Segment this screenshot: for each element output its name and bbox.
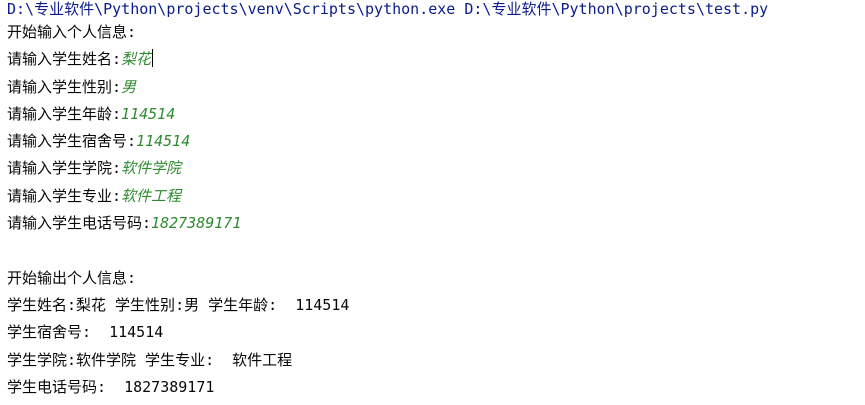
output-line: 学生姓名:梨花 学生性别:男 学生年龄: 114514 [7, 295, 350, 314]
run-console-output[interactable]: D:\专业软件\Python\projects\venv\Scripts\pyt… [7, 0, 862, 404]
user-input-value: 软件工程 [121, 186, 182, 205]
user-input-value: 软件学院 [121, 159, 182, 178]
input-header: 开始输入个人信息: [7, 23, 137, 41]
user-input-value: 1827389171 [151, 214, 242, 233]
prompt-label: 请输入学生年龄: [7, 104, 122, 123]
user-input-value: 梨花 [121, 50, 152, 69]
prompt-label: 请输入学生宿舍号: [7, 132, 137, 151]
command-line: D:\专业软件\Python\projects\venv\Scripts\pyt… [7, 0, 769, 18]
output-line: 学生宿舍号: 114514 [7, 323, 164, 342]
prompt-label: 请输入学生电话号码: [7, 214, 152, 233]
prompt-line-dorm: 请输入学生宿舍号:114514 [7, 131, 862, 158]
prompt-line-age: 请输入学生年龄:114514 [7, 104, 862, 131]
prompt-label: 请输入学生专业: [7, 186, 122, 205]
prompt-line-phone: 请输入学生电话号码:1827389171 [7, 213, 862, 240]
output-line: 学生电话号码: 1827389171 [7, 377, 215, 396]
text-caret [152, 49, 154, 68]
prompt-label: 请输入学生学院: [7, 159, 122, 178]
prompt-line-college: 请输入学生学院:软件学院 [7, 158, 862, 185]
prompt-label: 请输入学生性别: [7, 77, 122, 96]
prompt-line-name: 请输入学生姓名:梨花 [7, 49, 862, 76]
prompt-label: 请输入学生姓名: [7, 50, 122, 69]
user-input-value: 114514 [136, 132, 191, 151]
user-input-value: 114514 [121, 104, 176, 123]
prompt-line-gender: 请输入学生性别:男 [7, 77, 862, 104]
user-input-value: 男 [121, 77, 137, 96]
prompt-line-major: 请输入学生专业:软件工程 [7, 186, 862, 213]
output-header: 开始输出个人信息: [7, 268, 137, 287]
output-line: 学生学院:软件学院 学生专业: 软件工程 [7, 350, 293, 369]
